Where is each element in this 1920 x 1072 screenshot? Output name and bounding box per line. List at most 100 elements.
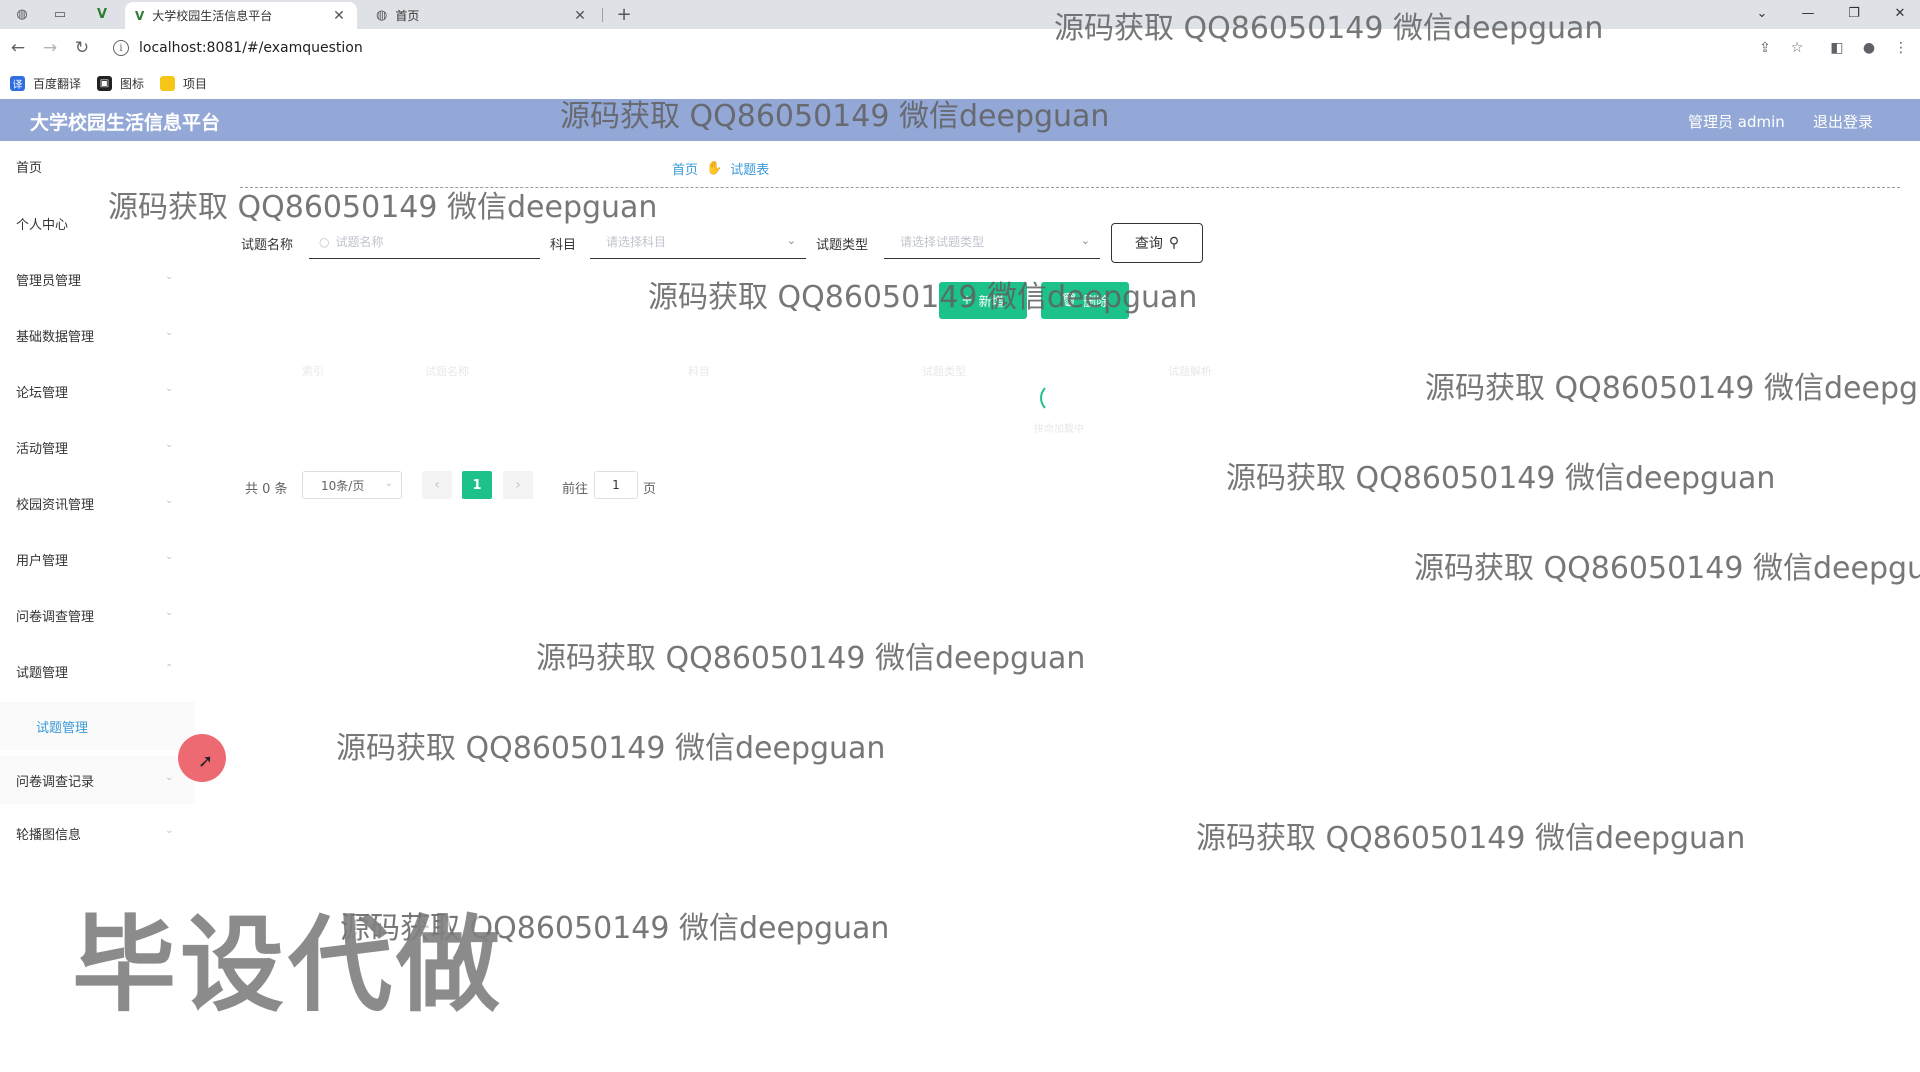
chevron-down-icon: ⌄: [165, 825, 174, 836]
forward-icon[interactable]: →: [37, 35, 63, 61]
next-page-button[interactable]: ›: [503, 471, 533, 499]
name-placeholder: 试题名称: [335, 235, 384, 249]
chevron-up-icon: ⌃: [165, 663, 174, 674]
hand-icon: ✋: [706, 161, 723, 176]
table-header-cell[interactable]: 试题类型: [922, 363, 966, 379]
bookmark-item[interactable]: 项目: [160, 75, 207, 92]
search-icon: ⚲: [1168, 235, 1180, 251]
loading-text: 拼命加载中: [1034, 424, 1084, 435]
page-number-current[interactable]: 1: [462, 471, 492, 499]
menu-kebab-icon[interactable]: ⋮: [1891, 38, 1911, 58]
close-icon[interactable]: ✕: [572, 8, 588, 24]
new-tab-button[interactable]: +: [614, 4, 634, 25]
info-icon[interactable]: i: [113, 40, 129, 56]
chevron-down-icon: ⌄: [384, 478, 393, 489]
star-icon[interactable]: ☆: [1787, 38, 1807, 58]
bookmark-item[interactable]: 译 百度翻译: [10, 75, 81, 92]
big-watermark: 毕设代做: [72, 904, 505, 1026]
bookmark-label: 项目: [183, 76, 208, 91]
sidebar-item-home[interactable]: 首页: [0, 146, 195, 186]
reload-icon[interactable]: ↻: [69, 35, 95, 61]
search-button-label: 查询: [1134, 236, 1163, 252]
type-placeholder: 请选择试题类型: [900, 235, 985, 249]
chevron-down-icon: ⌄: [786, 234, 796, 247]
sidebar-item-exam[interactable]: 试题管理 ⌃: [0, 651, 195, 691]
sidebar-item-label: 活动管理: [16, 441, 69, 457]
delete-button-label: 删除: [1083, 295, 1110, 310]
sidebar-item-admins[interactable]: 管理员管理 ⌄: [0, 259, 195, 299]
page-size-select[interactable]: 10条/页 ⌄: [302, 471, 402, 499]
subject-placeholder: 请选择科目: [606, 235, 667, 249]
name-input[interactable]: ○ 试题名称: [309, 225, 540, 259]
breadcrumb-home[interactable]: 首页: [672, 159, 698, 178]
profile-icon[interactable]: ●: [1859, 38, 1879, 58]
share-icon[interactable]: ⇪: [1755, 38, 1775, 58]
table-header-cell[interactable]: 索引: [302, 363, 324, 379]
minimize-icon[interactable]: —: [1788, 0, 1828, 26]
table-header-cell[interactable]: 科目: [688, 363, 710, 379]
chevron-down-icon: ⌄: [165, 551, 174, 562]
sidebar-item-basedata[interactable]: 基础数据管理 ⌄: [0, 315, 195, 355]
app-title: 大学校园生活信息平台: [30, 112, 221, 134]
subject-select[interactable]: 请选择科目 ⌄: [590, 225, 806, 259]
loading-spinner: [1040, 383, 1070, 413]
close-icon[interactable]: ✕: [331, 8, 347, 24]
pagination-total: 共 0 条: [245, 482, 288, 497]
search-icon: ○: [319, 234, 330, 249]
sidebar-item-label: 问卷调查管理: [16, 609, 95, 625]
sidebar-item-label: 试题管理: [16, 665, 69, 681]
globe-icon: ◍: [376, 8, 388, 23]
bookmark-label: 图标: [120, 76, 145, 91]
search-form: 试题名称 ○ 试题名称 科目 请选择科目 ⌄ 试题类型 请选择试题类型 ⌄ 查询…: [0, 223, 1920, 263]
sidebar-subitem-exam[interactable]: 试题管理: [0, 702, 195, 750]
app-header: 大学校园生活信息平台 管理员 admin 退出登录: [0, 99, 1920, 141]
sidebar-item-activity[interactable]: 活动管理 ⌄: [0, 427, 195, 467]
close-window-icon[interactable]: ✕: [1880, 0, 1920, 26]
prev-page-button[interactable]: ‹: [422, 471, 452, 499]
search-button[interactable]: 查询 ⚲: [1111, 223, 1203, 263]
add-button[interactable]: + 新增: [939, 282, 1027, 319]
table-header-cell[interactable]: 试题名称: [425, 363, 469, 379]
logout-link[interactable]: 退出登录: [1813, 111, 1873, 132]
goto-label: 前往: [562, 482, 589, 497]
chevron-down-icon: ⌄: [165, 439, 174, 450]
globe-icon[interactable]: ◍: [12, 4, 32, 24]
back-icon[interactable]: ←: [5, 35, 31, 61]
browser-toolbar: ← → ↻ i localhost:8081/#/examquestion ⇪ …: [0, 29, 1920, 67]
sidebar-item-carousel[interactable]: 轮播图信息 ⌄: [0, 813, 195, 853]
image-icon: ▣: [97, 75, 113, 91]
sidebar-item-survey[interactable]: 问卷调查管理 ⌄: [0, 595, 195, 635]
add-button-label: 新增: [978, 295, 1005, 310]
type-label: 试题类型: [816, 238, 869, 253]
folder-icon: [160, 75, 176, 91]
tab-platform[interactable]: V 大学校园生活信息平台 ✕: [125, 2, 357, 29]
sidebar-item-label: 管理员管理: [16, 273, 82, 289]
address-bar[interactable]: i localhost:8081/#/examquestion: [105, 33, 1785, 63]
chevron-down-icon: ⌄: [165, 327, 174, 338]
vue-icon[interactable]: V: [92, 4, 112, 24]
table-header-cell[interactable]: 试题解析: [1168, 363, 1212, 379]
watermark-text: 源码获取 QQ86050149 微信deepguan: [536, 641, 1086, 676]
sidebar-item-label: 用户管理: [16, 553, 69, 569]
browser-tab-strip: ◍ ▭ V V 大学校园生活信息平台 ✕ ◍ 首页 ✕ + ⌄ — ❐ ✕: [0, 0, 1920, 29]
sidepanel-icon[interactable]: ◧: [1827, 38, 1847, 58]
type-select[interactable]: 请选择试题类型 ⌄: [884, 225, 1100, 259]
bookmark-label: 百度翻译: [33, 76, 82, 91]
restore-icon[interactable]: ❐: [1834, 0, 1874, 26]
name-label: 试题名称: [241, 238, 294, 253]
blank-tab-icon[interactable]: ▭: [50, 4, 70, 24]
goto-page-input[interactable]: 1: [594, 471, 638, 499]
chevron-down-icon[interactable]: ⌄: [1742, 0, 1782, 26]
sidebar-item-survey-records[interactable]: 问卷调查记录 ⌄: [0, 756, 195, 804]
tab-title: 首页: [395, 9, 420, 23]
watermark-text: 源码获取 QQ86050149 微信deepguan: [1414, 551, 1920, 586]
subject-label: 科目: [550, 238, 577, 253]
bookmark-item[interactable]: ▣ 图标: [97, 75, 144, 92]
sidebar-item-users[interactable]: 用户管理 ⌄: [0, 539, 195, 579]
sidebar-item-label: 首页: [16, 160, 43, 176]
delete-button[interactable]: 🗑 删除: [1041, 282, 1129, 319]
chevron-down-icon: ⌄: [165, 772, 174, 783]
sidebar-item-forum[interactable]: 论坛管理 ⌄: [0, 371, 195, 411]
tab-home[interactable]: ◍ 首页 ✕: [366, 2, 598, 29]
chevron-down-icon: ⌄: [1080, 234, 1090, 247]
